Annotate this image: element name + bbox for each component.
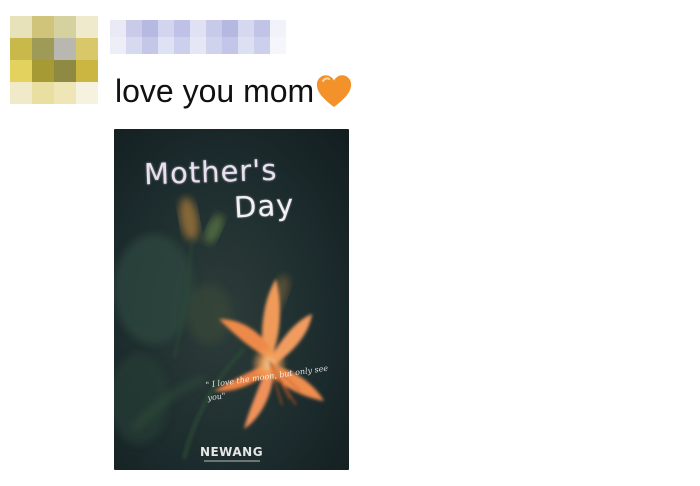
poster-brand-underline bbox=[204, 460, 260, 462]
attached-photo[interactable]: Mother's Day " I love the moon, but only… bbox=[114, 129, 349, 470]
poster-brand: NEWANG bbox=[199, 445, 264, 459]
sender-name-blurred bbox=[110, 20, 286, 54]
message-text-row: love you mom bbox=[115, 70, 354, 112]
poster-title: Mother's bbox=[143, 152, 278, 192]
orange-heart-icon bbox=[317, 75, 352, 107]
message-text: love you mom bbox=[115, 73, 315, 109]
sender-avatar[interactable] bbox=[10, 16, 98, 104]
poster-subtitle: Day bbox=[233, 187, 296, 225]
